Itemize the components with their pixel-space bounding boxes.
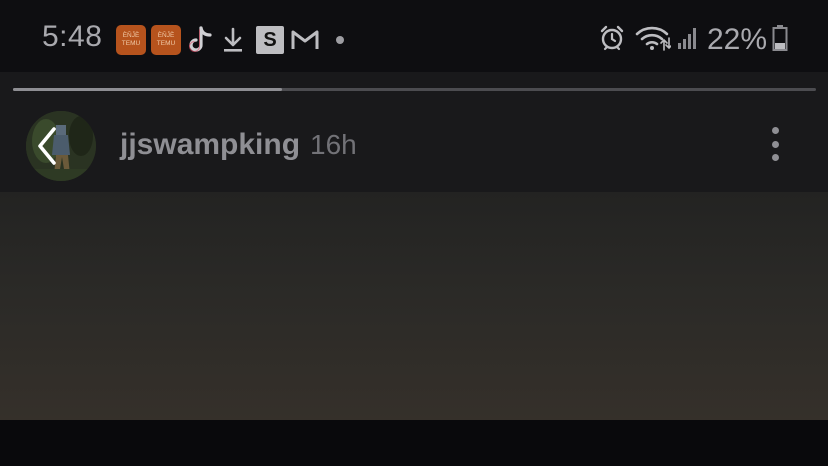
temu-app-icon: ÈÑĴÈ TEMU bbox=[151, 25, 181, 55]
screen: 5:48 ÈÑĴÈ TEMU ÈÑĴÈ TEMU S 22% jjswampki… bbox=[0, 0, 828, 466]
story-header: jjswampking 16h bbox=[0, 72, 828, 192]
s-app-icon: S bbox=[256, 26, 284, 54]
status-time: 5:48 bbox=[42, 20, 103, 53]
more-options-button[interactable] bbox=[760, 124, 790, 164]
wifi-icon bbox=[635, 24, 673, 57]
temu-badge-line: ÈÑĴÈ bbox=[157, 32, 175, 39]
story-username[interactable]: jjswampking bbox=[120, 128, 300, 162]
temu-badge-line: ÈÑĴÈ bbox=[122, 32, 140, 39]
more-vertical-icon-dot bbox=[771, 140, 779, 148]
battery-icon bbox=[772, 24, 788, 57]
gmail-icon bbox=[290, 25, 320, 55]
battery-percent: 22% bbox=[706, 23, 767, 56]
temu-app-icon: ÈÑĴÈ TEMU bbox=[116, 25, 146, 55]
story-progress-bar bbox=[13, 88, 816, 91]
chevron-left-icon bbox=[38, 127, 56, 165]
back-button[interactable] bbox=[30, 124, 64, 168]
notification-icons: ÈÑĴÈ TEMU ÈÑĴÈ TEMU S bbox=[116, 24, 344, 56]
download-icon bbox=[220, 25, 246, 55]
bottom-bar bbox=[0, 420, 828, 466]
temu-badge-line: TEMU bbox=[121, 40, 141, 47]
more-vertical-icon-dot bbox=[771, 154, 779, 161]
story-timestamp: 16h bbox=[310, 129, 357, 160]
tiktok-icon bbox=[186, 25, 214, 55]
story-progress-fill bbox=[13, 88, 282, 91]
alarm-icon bbox=[599, 24, 625, 57]
more-vertical-icon-dot bbox=[771, 127, 779, 134]
status-bar: 5:48 ÈÑĴÈ TEMU ÈÑĴÈ TEMU S 22% bbox=[0, 0, 828, 72]
signal-icon bbox=[677, 25, 699, 56]
temu-badge-line: TEMU bbox=[156, 40, 176, 47]
system-status: 22% bbox=[599, 22, 788, 58]
notification-dot-icon bbox=[336, 36, 344, 44]
story-media[interactable] bbox=[0, 192, 828, 420]
